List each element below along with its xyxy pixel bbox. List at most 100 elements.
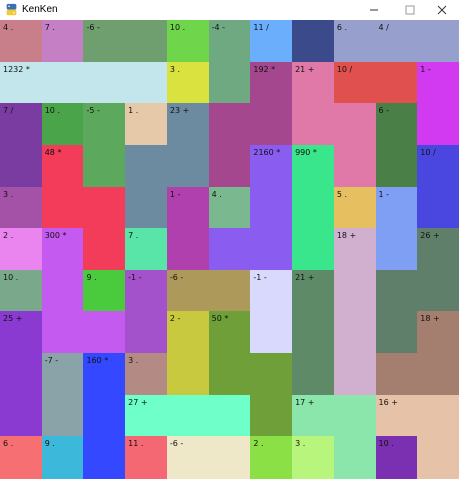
grid-cell[interactable]: [83, 61, 127, 105]
grid-cell[interactable]: [250, 228, 294, 272]
cage-clue: -4 -: [211, 23, 226, 32]
grid-cell[interactable]: [417, 20, 459, 63]
grid-cell[interactable]: [83, 186, 127, 230]
grid-cell[interactable]: [166, 144, 210, 188]
cage-clue: 1 -: [169, 189, 181, 199]
grid-cell[interactable]: [208, 394, 252, 438]
cage-clue: 21 +: [295, 64, 315, 74]
cage-clue: 10 .: [378, 439, 394, 449]
cage-clue: -6 -: [169, 439, 184, 449]
grid-cell[interactable]: [208, 269, 252, 313]
grid-cell[interactable]: [83, 394, 127, 438]
grid-cell[interactable]: [417, 186, 459, 230]
cage-clue: -1 -: [253, 272, 267, 282]
grid-cell[interactable]: [417, 353, 459, 397]
cage-clue: 11 /: [253, 23, 269, 32]
grid-cell[interactable]: [375, 144, 419, 188]
cage-clue: 18 +: [336, 231, 357, 241]
cage-clue: 10 .: [169, 23, 186, 32]
cage-clue: -6 -: [86, 23, 100, 32]
grid-cell[interactable]: [83, 311, 127, 355]
grid-cell[interactable]: [250, 311, 294, 355]
grid-cell[interactable]: [83, 144, 127, 188]
title-bar[interactable]: KenKen: [0, 0, 459, 20]
grid-cell[interactable]: [166, 353, 210, 397]
grid-cell[interactable]: [417, 436, 459, 479]
grid-cell[interactable]: [41, 61, 85, 105]
grid-cell[interactable]: [292, 103, 336, 147]
grid-cell[interactable]: [250, 103, 294, 147]
kenken-board[interactable]: 4 . 7 . -6 - 10 . -4 - 11 / 6 . 4 / 1232 * 3 . 192…: [0, 20, 459, 479]
grid-cell[interactable]: [208, 144, 252, 188]
grid-cell[interactable]: [417, 394, 459, 438]
cage-clue: 7 .: [128, 231, 139, 241]
grid-cell[interactable]: [250, 394, 294, 438]
grid-cell[interactable]: [83, 436, 127, 479]
grid-cell[interactable]: [41, 269, 85, 313]
grid-cell[interactable]: [208, 103, 252, 147]
cage-clue: 2 .: [3, 231, 14, 241]
grid-cell[interactable]: [333, 144, 377, 188]
cage-clue: 6 .: [3, 439, 14, 449]
grid-cell[interactable]: [208, 228, 252, 272]
grid-cell[interactable]: [333, 103, 377, 147]
grid-cell[interactable]: [292, 228, 336, 272]
grid-cell[interactable]: [250, 353, 294, 397]
cage-clue: 10 .: [3, 272, 19, 282]
grid-cell[interactable]: [375, 61, 419, 105]
grid-cell[interactable]: [41, 311, 85, 355]
cage-clue: 10 /: [336, 64, 353, 74]
grid-cell[interactable]: [375, 228, 419, 272]
grid-cell[interactable]: [41, 186, 85, 230]
grid-cell[interactable]: [83, 228, 127, 272]
grid-cell[interactable]: [125, 144, 169, 188]
grid-cell[interactable]: [166, 394, 210, 438]
grid-cell[interactable]: [292, 311, 336, 355]
cage-clue: 300 *: [44, 231, 67, 241]
grid-cell[interactable]: [292, 353, 336, 397]
grid-cell[interactable]: [0, 353, 43, 397]
cage-clue: -1 -: [128, 272, 142, 282]
grid-cell[interactable]: [125, 61, 169, 105]
minimize-icon: [370, 9, 378, 11]
grid-cell[interactable]: [125, 311, 169, 355]
close-button[interactable]: [425, 0, 459, 20]
grid-cell[interactable]: [333, 311, 377, 355]
grid-cell[interactable]: [375, 353, 419, 397]
grid-cell[interactable]: [208, 353, 252, 397]
grid-cell[interactable]: [166, 228, 210, 272]
grid-cell[interactable]: [0, 394, 43, 438]
grid-cell[interactable]: [333, 269, 377, 313]
cage-clue: 1 -: [420, 64, 431, 74]
cage-clue: 1 -: [378, 189, 390, 199]
grid-cell[interactable]: [333, 394, 377, 438]
grid-cell[interactable]: [292, 20, 336, 63]
cage-clue: 16 +: [378, 397, 398, 407]
cage-clue: 25 +: [3, 314, 23, 324]
cage-clue: 4 .: [211, 189, 222, 199]
cage-clue: 2160 *: [253, 147, 281, 157]
cage-clue: 192 *: [253, 64, 276, 74]
minimize-button[interactable]: [357, 0, 391, 20]
grid-cell[interactable]: [417, 103, 459, 147]
grid-cell[interactable]: [0, 144, 43, 188]
grid-cell[interactable]: [417, 269, 459, 313]
cage-clue: 3 .: [128, 356, 139, 366]
grid-cell[interactable]: [333, 436, 377, 479]
cage-clue: 18 +: [420, 314, 440, 324]
grid-cell[interactable]: [208, 61, 252, 105]
grid-cell[interactable]: [208, 436, 252, 479]
grid-cell[interactable]: [125, 186, 169, 230]
cage-clue: 3 .: [3, 189, 14, 199]
grid-cell[interactable]: [375, 311, 419, 355]
grid-cell[interactable]: [250, 186, 294, 230]
cage-clue: 10 .: [44, 106, 60, 116]
maximize-button[interactable]: [393, 0, 427, 20]
grid-cell[interactable]: [125, 20, 169, 63]
grid-cell[interactable]: [292, 186, 336, 230]
grid-cell[interactable]: [333, 353, 377, 397]
grid-cell[interactable]: [41, 394, 85, 438]
grid-cell[interactable]: [375, 269, 419, 313]
cage-clue: -5 -: [86, 106, 100, 116]
cage-clue: 9 .: [44, 439, 55, 449]
